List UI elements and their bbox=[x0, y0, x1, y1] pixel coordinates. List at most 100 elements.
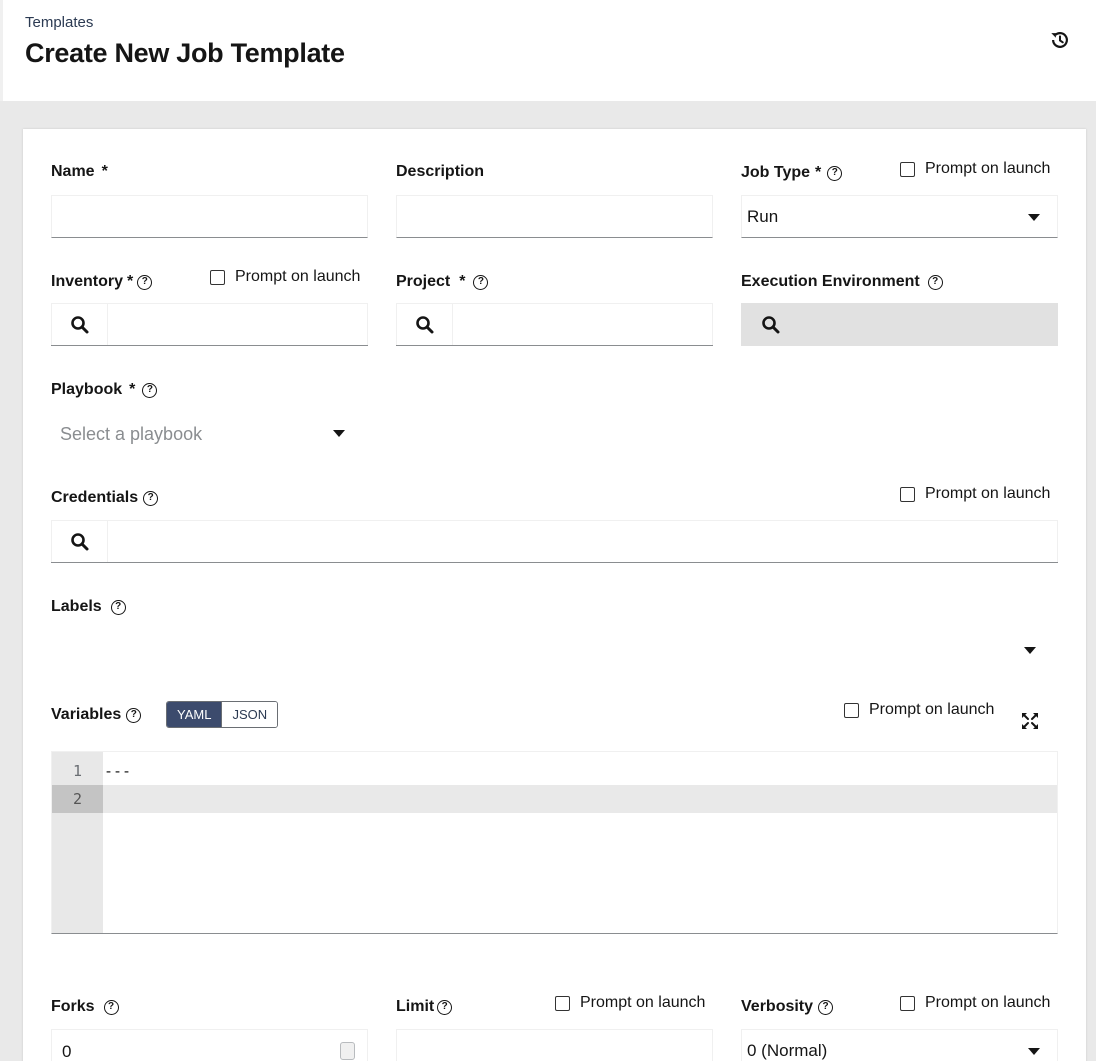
inventory-input[interactable] bbox=[108, 303, 368, 345]
forks-value: 0 bbox=[62, 1042, 72, 1061]
help-icon[interactable]: ? bbox=[142, 382, 158, 398]
variables-label-text: Variables bbox=[51, 706, 122, 723]
help-icon[interactable]: ? bbox=[827, 165, 843, 181]
credentials-prompt-on-launch[interactable]: Prompt on launch bbox=[900, 485, 1050, 503]
job-type-select[interactable]: Run bbox=[741, 195, 1058, 238]
limit-label-text: Limit bbox=[396, 998, 435, 1015]
search-icon bbox=[70, 315, 88, 333]
checkbox[interactable] bbox=[844, 702, 859, 718]
checkbox[interactable] bbox=[900, 486, 915, 502]
verbosity-label-text: Verbosity bbox=[741, 998, 814, 1015]
required-marker: * bbox=[459, 273, 466, 290]
help-icon[interactable]: ? bbox=[818, 999, 834, 1015]
prompt-on-launch-label: Prompt on launch bbox=[925, 994, 1051, 1011]
prompt-on-launch-label: Prompt on launch bbox=[580, 994, 706, 1011]
variables-mode-toggle: YAML JSON bbox=[166, 701, 279, 728]
editor-line[interactable]: 1 --- bbox=[52, 757, 1057, 785]
yaml-toggle-button[interactable]: YAML bbox=[167, 702, 222, 727]
inventory-prompt-on-launch[interactable]: Prompt on launch bbox=[210, 268, 360, 286]
limit-input[interactable] bbox=[396, 1029, 713, 1061]
project-label: Project * ? bbox=[396, 273, 489, 291]
help-icon[interactable]: ? bbox=[473, 274, 489, 290]
limit-prompt-on-launch[interactable]: Prompt on launch bbox=[555, 994, 705, 1012]
required-marker: * bbox=[127, 273, 134, 290]
inventory-search-button[interactable] bbox=[51, 303, 108, 345]
variables-code-editor[interactable]: 1 --- 2 bbox=[51, 751, 1058, 934]
project-input[interactable] bbox=[453, 303, 713, 345]
job-type-label: Job Type * ? bbox=[741, 164, 843, 182]
job-type-prompt-on-launch[interactable]: Prompt on launch bbox=[900, 160, 1050, 178]
job-type-label-text: Job Type bbox=[741, 164, 811, 181]
line-number: 2 bbox=[52, 785, 103, 813]
help-icon[interactable]: ? bbox=[103, 999, 119, 1015]
name-input[interactable] bbox=[51, 195, 368, 238]
checkbox[interactable] bbox=[555, 995, 570, 1011]
execution-environment-lookup bbox=[741, 303, 1058, 346]
help-icon[interactable]: ? bbox=[126, 707, 142, 723]
labels-label-text: Labels bbox=[51, 598, 102, 615]
forks-number-input[interactable]: 0 bbox=[51, 1029, 368, 1061]
checkbox[interactable] bbox=[900, 161, 915, 177]
playbook-label: Playbook * ? bbox=[51, 381, 158, 399]
history-icon[interactable] bbox=[1049, 29, 1071, 51]
verbosity-label: Verbosity ? bbox=[741, 998, 834, 1016]
inventory-lookup bbox=[51, 303, 368, 346]
name-label-text: Name bbox=[51, 163, 95, 180]
line-code: --- bbox=[104, 762, 132, 780]
credentials-label: Credentials ? bbox=[51, 489, 159, 507]
checkbox[interactable] bbox=[210, 269, 225, 285]
checkbox[interactable] bbox=[900, 995, 915, 1011]
verbosity-prompt-on-launch[interactable]: Prompt on launch bbox=[900, 994, 1050, 1012]
labels-label: Labels ? bbox=[51, 598, 126, 616]
description-label: Description bbox=[396, 163, 484, 181]
caret-down-icon bbox=[333, 430, 345, 437]
search-icon bbox=[415, 315, 433, 333]
description-label-text: Description bbox=[396, 163, 485, 180]
name-label: Name * bbox=[51, 163, 108, 181]
project-search-button[interactable] bbox=[396, 303, 453, 345]
verbosity-select[interactable]: 0 (Normal) bbox=[741, 1029, 1058, 1061]
line-number: 1 bbox=[72, 762, 83, 780]
number-stepper[interactable] bbox=[340, 1042, 355, 1060]
execution-environment-label: Execution Environment ? bbox=[741, 273, 943, 291]
execution-environment-label-text: Execution Environment bbox=[741, 273, 920, 290]
verbosity-value: 0 (Normal) bbox=[747, 1040, 828, 1060]
playbook-placeholder: Select a playbook bbox=[60, 423, 203, 444]
help-icon[interactable]: ? bbox=[143, 490, 159, 506]
help-icon[interactable]: ? bbox=[437, 999, 453, 1015]
caret-down-icon bbox=[1028, 1048, 1040, 1055]
required-marker: * bbox=[815, 164, 822, 181]
search-icon bbox=[70, 532, 88, 550]
credentials-lookup bbox=[51, 520, 1058, 563]
breadcrumb-templates[interactable]: Templates bbox=[25, 14, 93, 31]
inventory-label-text: Inventory bbox=[51, 273, 124, 290]
page-title: Create New Job Template bbox=[25, 38, 345, 68]
variables-label: Variables ? bbox=[51, 706, 142, 724]
help-icon[interactable]: ? bbox=[137, 274, 153, 290]
expand-icon[interactable] bbox=[1021, 712, 1039, 730]
credentials-input[interactable] bbox=[108, 520, 1058, 562]
search-icon bbox=[762, 315, 780, 333]
editor-line-active[interactable]: 2 bbox=[52, 785, 1057, 813]
forks-label: Forks ? bbox=[51, 998, 119, 1016]
caret-down-icon bbox=[1028, 214, 1040, 221]
credentials-search-button[interactable] bbox=[51, 520, 108, 562]
job-template-form: Name * Description Job Type * ? Prompt o… bbox=[23, 129, 1086, 1061]
json-toggle-button[interactable]: JSON bbox=[221, 702, 278, 727]
prompt-on-launch-label: Prompt on launch bbox=[925, 160, 1051, 177]
help-icon[interactable]: ? bbox=[927, 274, 943, 290]
prompt-on-launch-label: Prompt on launch bbox=[925, 485, 1051, 502]
prompt-on-launch-label: Prompt on launch bbox=[235, 268, 361, 285]
playbook-label-text: Playbook bbox=[51, 381, 123, 398]
credentials-label-text: Credentials bbox=[51, 489, 139, 506]
labels-select[interactable] bbox=[51, 629, 1058, 671]
prompt-on-launch-label: Prompt on launch bbox=[869, 701, 995, 718]
job-type-value: Run bbox=[747, 206, 779, 226]
project-label-text: Project bbox=[396, 273, 451, 290]
variables-prompt-on-launch[interactable]: Prompt on launch bbox=[844, 701, 994, 719]
description-input[interactable] bbox=[396, 195, 713, 238]
inventory-label: Inventory * ? bbox=[51, 273, 153, 291]
limit-label: Limit ? bbox=[396, 998, 453, 1016]
help-icon[interactable]: ? bbox=[110, 599, 126, 615]
playbook-select[interactable]: Select a playbook bbox=[51, 414, 351, 454]
